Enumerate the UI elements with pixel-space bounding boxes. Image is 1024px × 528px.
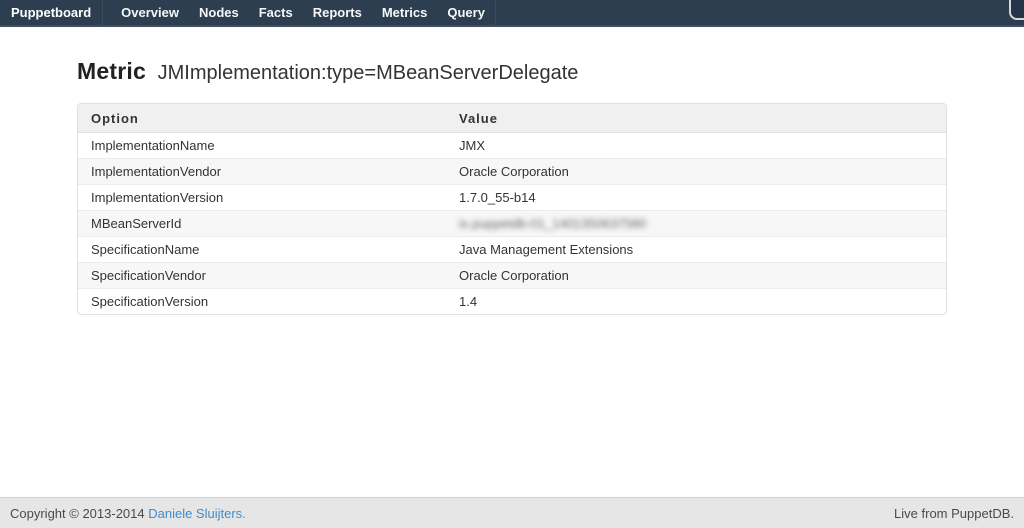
footer-copyright: Copyright © 2013-2014 Daniele Sluijters. xyxy=(10,506,246,521)
value-cell: Oracle Corporation xyxy=(446,263,946,289)
author-link[interactable]: Daniele Sluijters. xyxy=(148,506,246,521)
redacted-value: ix.puppetdb-01_1401350637580 xyxy=(459,216,646,231)
page-title-main: Metric xyxy=(77,58,146,84)
option-cell: ImplementationName xyxy=(78,133,446,159)
value-cell: Java Management Extensions xyxy=(446,237,946,263)
table-row: SpecificationVersion 1.4 xyxy=(78,289,946,314)
nav-item-nodes[interactable]: Nodes xyxy=(189,0,249,25)
nav-item-reports[interactable]: Reports xyxy=(303,0,372,25)
table-row: ImplementationVendor Oracle Corporation xyxy=(78,159,946,185)
option-cell: SpecificationVendor xyxy=(78,263,446,289)
column-header-option: Option xyxy=(78,104,446,133)
table-header-row: Option Value xyxy=(78,104,946,133)
nav-item-facts[interactable]: Facts xyxy=(249,0,303,25)
column-header-value: Value xyxy=(446,104,946,133)
navbar-brand[interactable]: Puppetboard xyxy=(0,0,102,25)
navbar-divider-end xyxy=(495,0,496,25)
footer-status: Live from PuppetDB. xyxy=(894,506,1014,521)
metric-table: Option Value ImplementationName JMX Impl… xyxy=(77,103,947,315)
value-cell: JMX xyxy=(446,133,946,159)
scroll-indicator[interactable] xyxy=(1009,0,1024,20)
option-cell: SpecificationVersion xyxy=(78,289,446,314)
value-cell-redacted: ix.puppetdb-01_1401350637580 xyxy=(446,211,946,237)
option-cell: ImplementationVendor xyxy=(78,159,446,185)
option-cell: MBeanServerId xyxy=(78,211,446,237)
value-cell: 1.7.0_55-b14 xyxy=(446,185,946,211)
top-navbar: Puppetboard Overview Nodes Facts Reports… xyxy=(0,0,1024,27)
page-title-metric-name: JMImplementation:type=MBeanServerDelegat… xyxy=(158,62,579,84)
nav-item-query[interactable]: Query xyxy=(437,0,495,25)
copyright-text: Copyright © 2013-2014 xyxy=(10,506,145,521)
main-content: Metric JMImplementation:type=MBeanServer… xyxy=(0,29,1024,315)
nav-item-overview[interactable]: Overview xyxy=(111,0,189,25)
table-row: ImplementationName JMX xyxy=(78,133,946,159)
page-footer: Copyright © 2013-2014 Daniele Sluijters.… xyxy=(0,497,1024,528)
navbar-divider xyxy=(102,0,103,25)
value-cell: Oracle Corporation xyxy=(446,159,946,185)
table-row: MBeanServerId ix.puppetdb-01_14013506375… xyxy=(78,211,946,237)
table-row: SpecificationName Java Management Extens… xyxy=(78,237,946,263)
option-cell: ImplementationVersion xyxy=(78,185,446,211)
navbar-items: Overview Nodes Facts Reports Metrics Que… xyxy=(111,0,495,25)
nav-item-metrics[interactable]: Metrics xyxy=(372,0,438,25)
option-cell: SpecificationName xyxy=(78,237,446,263)
table-row: ImplementationVersion 1.7.0_55-b14 xyxy=(78,185,946,211)
page-title: Metric JMImplementation:type=MBeanServer… xyxy=(77,58,947,86)
value-cell: 1.4 xyxy=(446,289,946,314)
table-row: SpecificationVendor Oracle Corporation xyxy=(78,263,946,289)
